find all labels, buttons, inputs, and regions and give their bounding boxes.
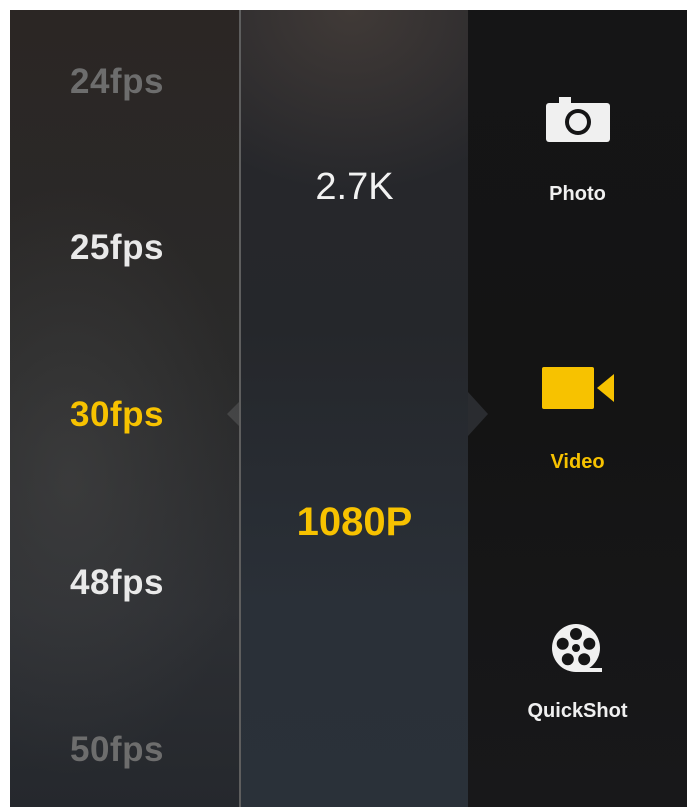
fps-option-30[interactable]: 30fps [70, 395, 164, 435]
camera-settings-panel: 24fps 25fps 30fps 48fps 50fps 2.7K 1080P… [10, 10, 687, 807]
film-reel-icon [551, 624, 602, 672]
mode-photo-label: Photo [549, 183, 606, 205]
mode-quickshot-button[interactable]: QuickShot [468, 620, 687, 723]
fps-option-24[interactable]: 24fps [70, 62, 164, 102]
video-camera-icon [541, 367, 614, 409]
fps-option-25[interactable]: 25fps [70, 228, 164, 268]
mode-video-label: Video [550, 451, 605, 473]
fps-option-50[interactable]: 50fps [70, 730, 164, 770]
resolution-column[interactable] [241, 10, 468, 807]
resolution-option-1080p[interactable]: 1080P [241, 500, 468, 545]
selection-indicator-left [227, 402, 239, 426]
mode-quickshot-label: QuickShot [527, 700, 628, 722]
camera-icon [545, 97, 610, 142]
mode-photo-button[interactable]: Photo [468, 95, 687, 206]
resolution-option-2-7k[interactable]: 2.7K [241, 166, 468, 209]
fps-option-48[interactable]: 48fps [70, 563, 164, 603]
mode-video-button[interactable]: Video [468, 365, 687, 474]
